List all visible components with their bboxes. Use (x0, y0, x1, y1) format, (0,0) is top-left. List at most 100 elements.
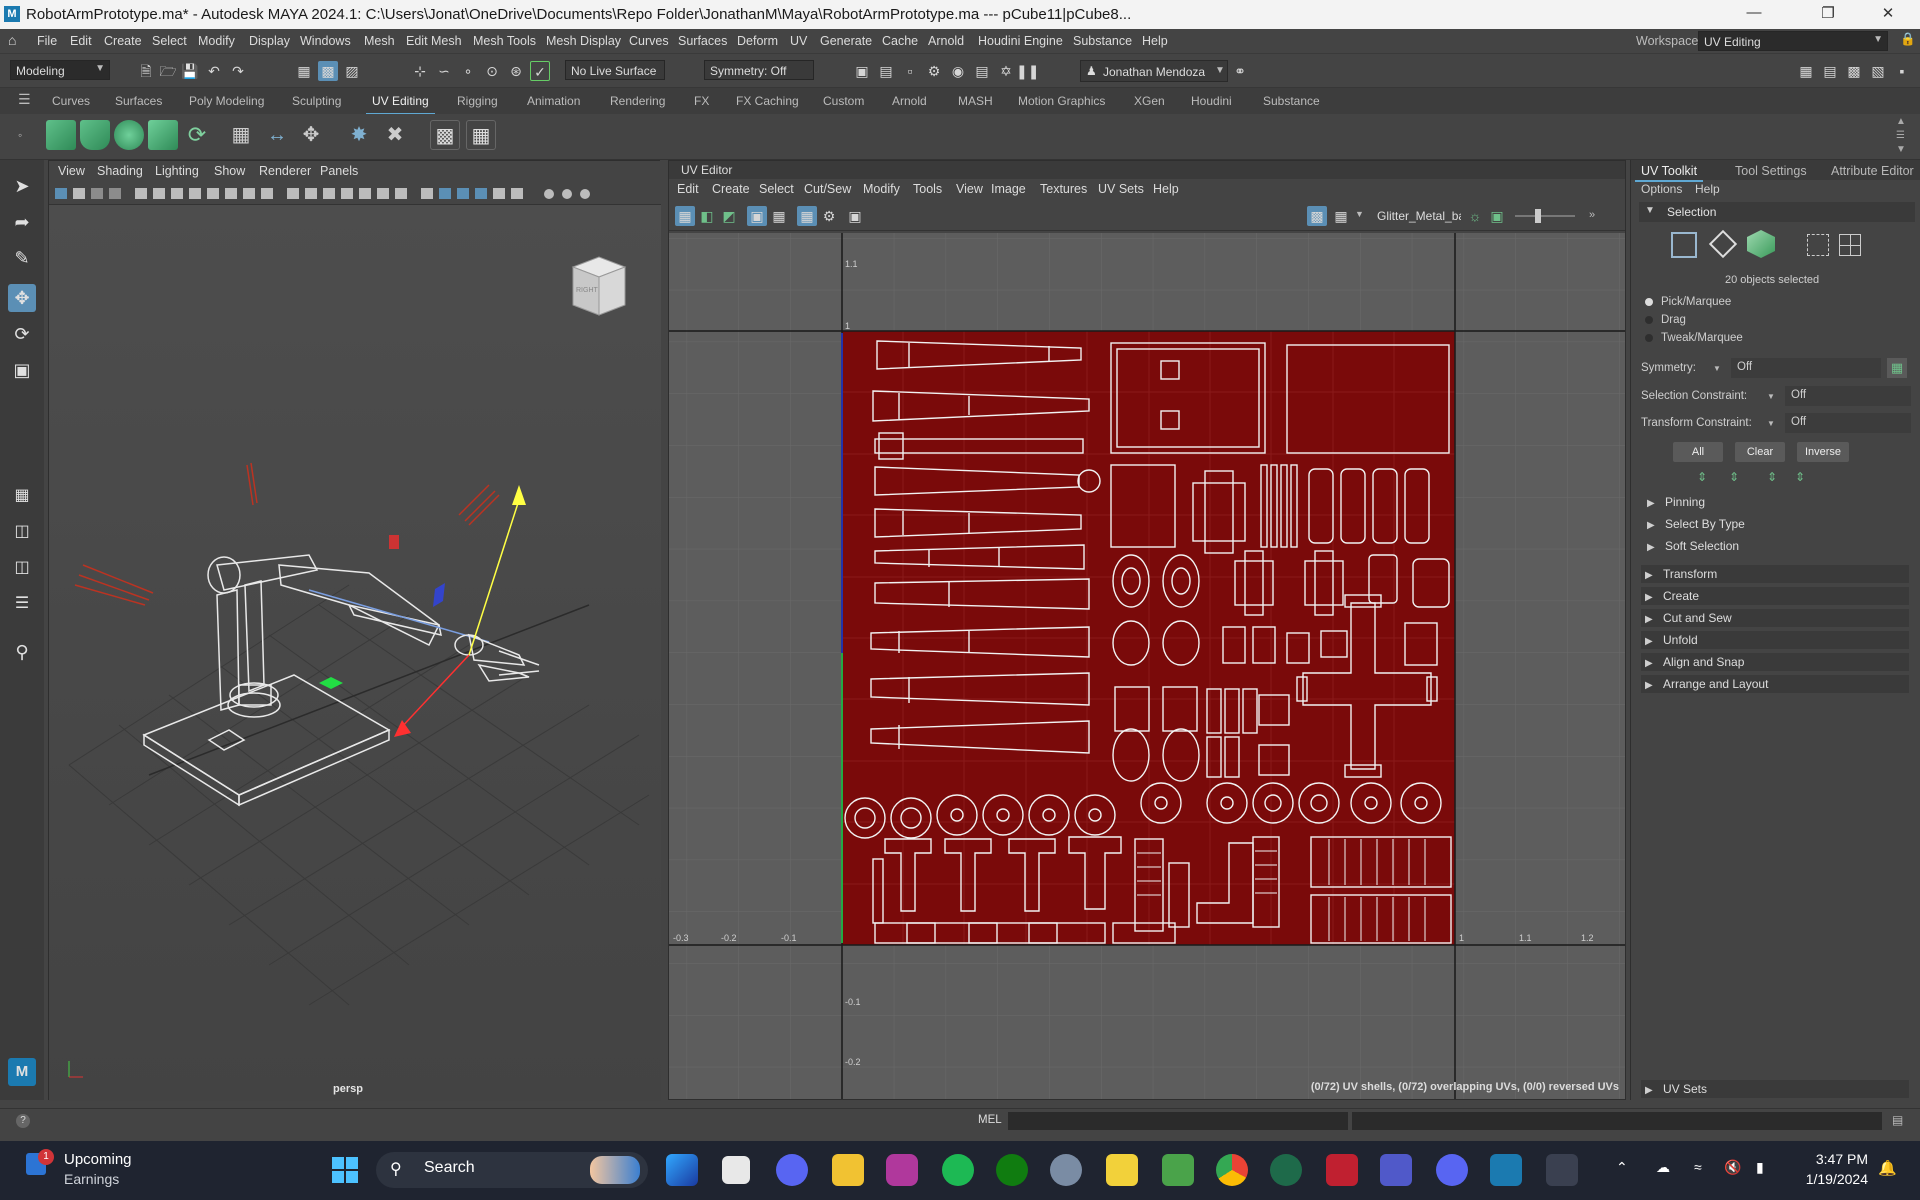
tab-tool-settings[interactable]: Tool Settings (1729, 162, 1813, 180)
uv-menu-create[interactable]: Create (712, 182, 750, 196)
menu-mesh[interactable]: Mesh (364, 34, 395, 48)
radio-tweak-marquee[interactable] (1645, 334, 1653, 342)
toolkit-menu-help[interactable]: Help (1695, 182, 1720, 196)
render-settings-icon[interactable]: ⚙ (924, 61, 944, 81)
select-all-button[interactable]: All (1673, 442, 1723, 462)
shelf-tab-arnold[interactable]: Arnold (892, 94, 927, 108)
toolkit-menu-options[interactable]: Options (1641, 182, 1682, 196)
clock-time[interactable]: 3:47 PM (1798, 1151, 1868, 1167)
shelf-tab-poly-modeling[interactable]: Poly Modeling (189, 94, 264, 108)
new-scene-icon[interactable]: 🗎 (136, 61, 156, 81)
spherical-mapping-icon[interactable] (114, 120, 144, 150)
snap-curve-icon[interactable]: ∽ (434, 61, 454, 81)
mel-command-input[interactable] (1008, 1112, 1348, 1130)
light-editor-icon[interactable]: ✡ (996, 61, 1016, 81)
section-cut-and-sew[interactable]: ▶ Cut and Sew (1641, 609, 1909, 627)
menuset-dropdown[interactable]: Modeling ▼ (10, 60, 110, 80)
uv-shell-select-icon[interactable] (1839, 234, 1861, 256)
uv-layout[interactable]: -0.3 -0.2 -0.1 1 1.1 1.2 1.1 1 -0.1 -0.2 (669, 233, 1625, 1099)
wifi-icon[interactable]: ≈ (1694, 1159, 1702, 1175)
uv-select-icon[interactable] (1807, 234, 1829, 256)
inverse-selection-button[interactable]: Inverse (1797, 442, 1849, 462)
perspective-viewport-canvas[interactable]: RIGHT persp (49, 205, 661, 1101)
transform-constraint-field[interactable]: Off (1785, 413, 1911, 433)
clock-date[interactable]: 1/19/2024 (1798, 1171, 1868, 1187)
script-editor-icon[interactable]: ▤ (1892, 1113, 1903, 1127)
radio-pick-marquee[interactable] (1645, 298, 1653, 306)
menu-houdini-engine[interactable]: Houdini Engine (978, 34, 1063, 48)
menu-deform[interactable]: Deform (737, 34, 778, 48)
paint-select-tool-icon[interactable]: ✎ (8, 244, 36, 272)
chevron-down-icon[interactable]: ▼ (1767, 419, 1775, 428)
tab-attribute-editor[interactable]: Attribute Editor (1825, 162, 1920, 180)
uv-menu-help[interactable]: Help (1153, 182, 1179, 196)
instagram-icon[interactable] (886, 1154, 918, 1186)
snipping-tool-icon[interactable] (1546, 1154, 1578, 1186)
menu-mesh-tools[interactable]: Mesh Tools (473, 34, 536, 48)
menu-generate[interactable]: Generate (820, 34, 872, 48)
uv-menu-modify[interactable]: Modify (863, 182, 900, 196)
shelf-tab-fx-caching[interactable]: FX Caching (736, 94, 799, 108)
vertex-select-icon[interactable] (1671, 232, 1697, 258)
uv-menu-edit[interactable]: Edit (677, 182, 699, 196)
shelf-tab-xgen[interactable]: XGen (1134, 94, 1165, 108)
file-explorer-icon[interactable] (832, 1154, 864, 1186)
menu-edit-mesh[interactable]: Edit Mesh (406, 34, 462, 48)
four-view-layout-icon[interactable]: ◫ (8, 518, 36, 546)
radio-drag[interactable] (1645, 316, 1653, 324)
uv-menu-tools[interactable]: Tools (913, 182, 942, 196)
uv-grid-toggle-icon[interactable]: ▦ (797, 206, 817, 226)
menu-file[interactable]: File (37, 34, 57, 48)
uv-menu-textures[interactable]: Textures (1040, 182, 1087, 196)
mode-drag[interactable]: Drag (1661, 314, 1686, 326)
tab-uv-toolkit[interactable]: UV Toolkit (1635, 162, 1704, 182)
menu-mesh-display[interactable]: Mesh Display (546, 34, 621, 48)
select-tool-icon[interactable]: ➤ (8, 172, 36, 200)
open-scene-icon[interactable]: 🗁 (158, 61, 178, 81)
shelf-tab-mash[interactable]: MASH (958, 94, 993, 108)
pause-icon[interactable]: ❚❚ (1016, 61, 1039, 81)
manipulator-plane-blue[interactable] (433, 583, 445, 607)
minecraft-icon[interactable] (1162, 1154, 1194, 1186)
shelf-tab-motion-graphics[interactable]: Motion Graphics (1018, 94, 1105, 108)
shelf-tab-rendering[interactable]: Rendering (610, 94, 665, 108)
user-account-button[interactable]: ♟ Jonathan Mendoza ▼ (1080, 60, 1228, 82)
viewport-menu-renderer[interactable]: Renderer (259, 164, 311, 178)
menu-surfaces[interactable]: Surfaces (678, 34, 727, 48)
render-view-icon[interactable]: ▣ (852, 61, 872, 81)
select-component-icon[interactable]: ▨ (342, 61, 362, 81)
move-manipulator-y-axis[interactable] (468, 499, 520, 656)
notification-bell-icon[interactable]: 🔔 (1878, 1159, 1897, 1177)
uv-pixel-snap-icon[interactable]: ⚙ (819, 206, 839, 226)
uv-flipped-icon[interactable]: ◩ (719, 206, 739, 226)
uv-checker-icon[interactable]: ▦ (1331, 206, 1351, 226)
shelf-tab-sculpting[interactable]: Sculpting (292, 94, 341, 108)
menu-select[interactable]: Select (152, 34, 187, 48)
texel-density-icon[interactable]: ▦ (466, 120, 496, 150)
shelf-tab-fx[interactable]: FX (694, 94, 709, 108)
tool-settings-toggle-icon[interactable]: ▩ (1844, 61, 1864, 81)
uv-dim-slider-handle[interactable] (1535, 209, 1541, 223)
shelf-scroll-up-icon[interactable]: ▲ (1896, 116, 1906, 127)
rotate-tool-icon[interactable]: ⟳ (8, 320, 36, 348)
redo-icon[interactable]: ↷ (228, 61, 248, 81)
uv-distortion-icon[interactable]: ◧ (697, 206, 717, 226)
select-shell-icon[interactable]: ⇕ (1795, 470, 1805, 484)
uv-display-edges-icon[interactable]: ▦ (769, 206, 789, 226)
menu-curves[interactable]: Curves (629, 34, 669, 48)
chrome-icon[interactable] (1216, 1154, 1248, 1186)
menu-arnold[interactable]: Arnold (928, 34, 964, 48)
ipr-render-icon[interactable]: ▫ (900, 61, 920, 81)
edge-select-icon[interactable] (1708, 229, 1738, 259)
render-setup-icon[interactable]: ▤ (972, 61, 992, 81)
section-arrange-and-layout[interactable]: ▶ Arrange and Layout (1641, 675, 1909, 693)
modeling-toolkit-icon[interactable]: ▦ (1796, 61, 1816, 81)
snap-surface-icon[interactable]: ⊛ (506, 61, 526, 81)
teams-icon[interactable] (1380, 1154, 1412, 1186)
select-hierarchy-icon[interactable]: ▦ (294, 61, 314, 81)
automatic-mapping-icon[interactable] (148, 120, 178, 150)
menu-modify[interactable]: Modify (198, 34, 235, 48)
section-unfold[interactable]: ▶ Unfold (1641, 631, 1909, 649)
snap-point-icon[interactable]: ∘ (458, 61, 478, 81)
viewport-menu-lighting[interactable]: Lighting (155, 164, 199, 178)
